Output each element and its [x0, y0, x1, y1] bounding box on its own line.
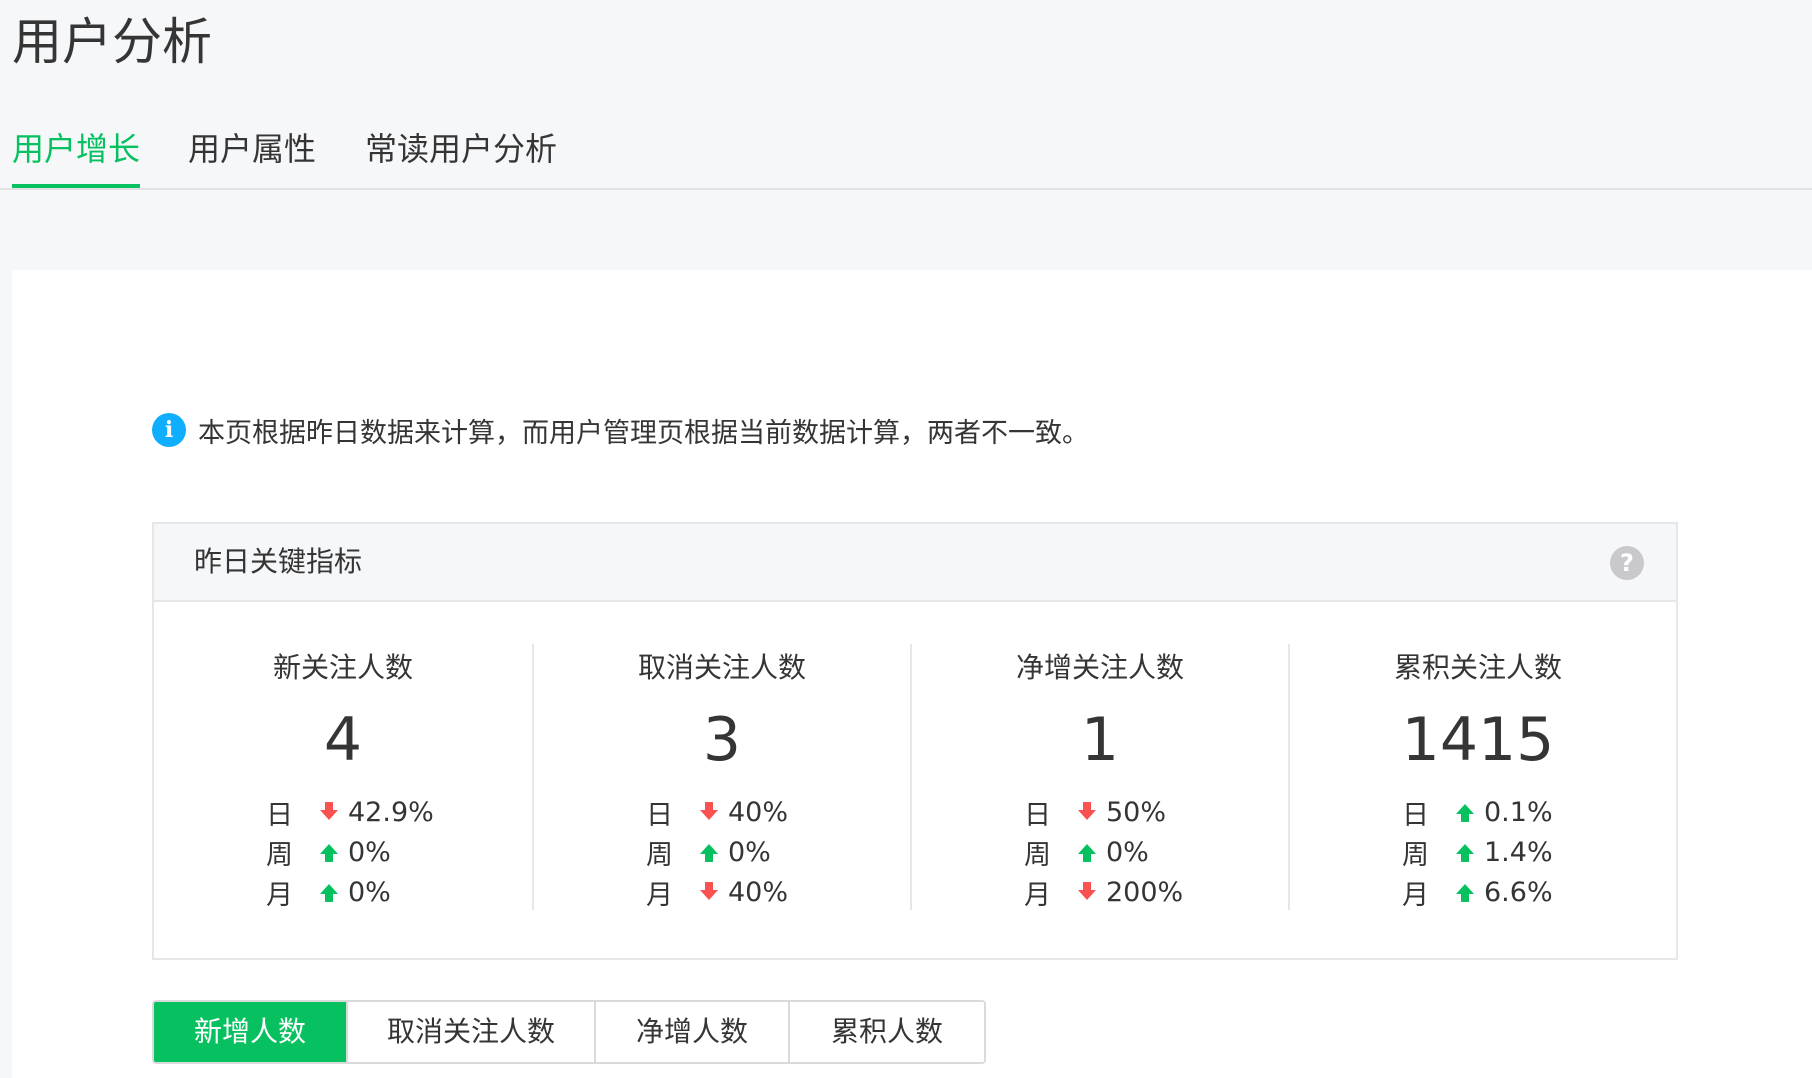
arrow-down-icon: [700, 882, 718, 900]
metric-total-followers: 累积关注人数 1415 日 0.1% 周 1.4% 月 6.6%: [1288, 644, 1666, 912]
btn-net-growth[interactable]: 净增人数: [596, 1002, 790, 1062]
change-value: 42.9%: [348, 796, 434, 828]
metric-change-list: 日 42.9% 周 0% 月 0%: [266, 792, 434, 912]
metric-value: 1: [1080, 705, 1120, 775]
metric-value: 1415: [1401, 705, 1555, 775]
metric-change-list: 日 50% 周 0% 月 200%: [1024, 792, 1183, 912]
period-label: 周: [1402, 839, 1429, 871]
page-title: 用户分析: [12, 13, 212, 71]
arrow-up-icon: [1456, 804, 1474, 822]
arrow-up-icon: [700, 844, 718, 862]
change-value: 6.6%: [1484, 876, 1553, 908]
tab-user-attributes[interactable]: 用户属性: [188, 124, 316, 188]
change-value: 0%: [348, 836, 391, 868]
arrow-up-icon: [320, 884, 338, 902]
change-row-day: 日 50%: [1024, 792, 1183, 832]
metric-new-followers: 新关注人数 4 日 42.9% 周 0% 月 0%: [154, 644, 532, 912]
metric-label: 累积关注人数: [1393, 651, 1562, 684]
period-label: 月: [266, 879, 293, 911]
change-row-week: 周 0%: [266, 832, 434, 872]
help-icon[interactable]: ?: [1610, 546, 1644, 580]
change-value: 0.1%: [1484, 796, 1553, 828]
change-value: 0%: [1106, 836, 1149, 868]
metric-net-followers: 净增关注人数 1 日 50% 周 0% 月 200%: [910, 644, 1288, 912]
arrow-up-icon: [1456, 844, 1474, 862]
change-value: 0%: [348, 876, 391, 908]
arrow-up-icon: [320, 844, 338, 862]
period-label: 月: [646, 879, 673, 911]
change-row-month: 月 40%: [646, 872, 788, 912]
period-label: 周: [266, 839, 293, 871]
period-label: 日: [266, 799, 293, 831]
arrow-down-icon: [320, 802, 338, 820]
arrow-up-icon: [1456, 884, 1474, 902]
arrow-down-icon: [1078, 882, 1096, 900]
change-row-month: 月 200%: [1024, 872, 1183, 912]
info-icon: i: [152, 413, 186, 447]
metric-change-list: 日 0.1% 周 1.4% 月 6.6%: [1402, 792, 1553, 912]
change-row-week: 周 0%: [1024, 832, 1183, 872]
key-metrics-body: 新关注人数 4 日 42.9% 周 0% 月 0% 取消关注人数 3 日 40%…: [154, 602, 1676, 958]
change-row-day: 日 0.1%: [1402, 792, 1553, 832]
period-label: 周: [1024, 839, 1051, 871]
chart-metric-switch: 新增人数 取消关注人数 净增人数 累积人数: [152, 1000, 986, 1064]
notice-text: 本页根据昨日数据来计算，而用户管理页根据当前数据计算，两者不一致。: [198, 417, 1089, 449]
change-value: 40%: [728, 876, 789, 908]
change-row-week: 周 1.4%: [1402, 832, 1553, 872]
metric-label: 取消关注人数: [637, 651, 806, 684]
content-card: i 本页根据昨日数据来计算，而用户管理页根据当前数据计算，两者不一致。 昨日关键…: [12, 270, 1812, 1078]
arrow-up-icon: [1078, 844, 1096, 862]
tab-frequent-reader-analysis[interactable]: 常读用户分析: [365, 124, 557, 188]
change-row-day: 日 42.9%: [266, 792, 434, 832]
key-metrics-title: 昨日关键指标: [194, 545, 363, 578]
change-value: 50%: [1106, 796, 1167, 828]
change-row-day: 日 40%: [646, 792, 788, 832]
period-label: 月: [1402, 879, 1429, 911]
metric-value: 4: [323, 705, 363, 775]
btn-cumulative[interactable]: 累积人数: [790, 1002, 984, 1062]
change-value: 200%: [1106, 876, 1184, 908]
key-metrics-panel: 昨日关键指标 ? 新关注人数 4 日 42.9% 周 0% 月 0% 取消关注人…: [152, 522, 1678, 960]
btn-new-followers[interactable]: 新增人数: [154, 1002, 348, 1062]
tab-user-growth[interactable]: 用户增长: [12, 124, 140, 188]
period-label: 日: [1402, 799, 1429, 831]
period-label: 日: [1024, 799, 1051, 831]
metric-change-list: 日 40% 周 0% 月 40%: [646, 792, 788, 912]
change-value: 40%: [728, 796, 789, 828]
change-row-week: 周 0%: [646, 832, 788, 872]
notice-bar: i 本页根据昨日数据来计算，而用户管理页根据当前数据计算，两者不一致。: [152, 410, 1089, 450]
change-value: 1.4%: [1484, 836, 1553, 868]
btn-unfollowers[interactable]: 取消关注人数: [348, 1002, 596, 1062]
metric-unfollowers: 取消关注人数 3 日 40% 周 0% 月 40%: [532, 644, 910, 912]
key-metrics-header: 昨日关键指标 ?: [154, 524, 1676, 602]
arrow-down-icon: [1078, 802, 1096, 820]
change-row-month: 月 6.6%: [1402, 872, 1553, 912]
metric-label: 新关注人数: [272, 651, 413, 684]
tab-bar: 用户增长 用户属性 常读用户分析: [0, 110, 1812, 190]
period-label: 月: [1024, 879, 1051, 911]
change-value: 0%: [728, 836, 771, 868]
metric-value: 3: [702, 705, 742, 775]
metric-label: 净增关注人数: [1015, 651, 1184, 684]
change-row-month: 月 0%: [266, 872, 434, 912]
period-label: 周: [646, 839, 673, 871]
period-label: 日: [646, 799, 673, 831]
arrow-down-icon: [700, 802, 718, 820]
